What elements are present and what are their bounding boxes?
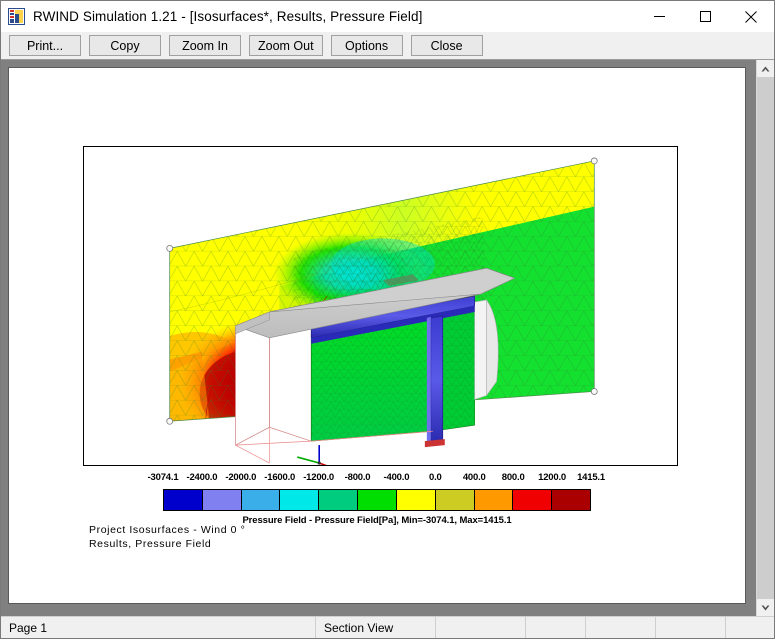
legend-swatch xyxy=(513,489,553,511)
legend-tick-labels: -3074.1 -2400.0 -2000.0 -1600.0 -1200.0 … xyxy=(148,472,606,486)
legend-swatch xyxy=(163,489,203,511)
legend-swatch xyxy=(358,489,397,511)
minimize-icon[interactable] xyxy=(636,1,682,32)
toolbar: Print... Copy Zoom In Zoom Out Options C… xyxy=(1,32,774,59)
print-preview-pane: -3074.1 -2400.0 -2000.0 -1600.0 -1200.0 … xyxy=(1,60,756,616)
legend-tick: -3074.1 xyxy=(147,472,179,483)
legend-tick: -800.0 xyxy=(344,472,371,483)
status-page: Page 1 xyxy=(1,617,316,638)
legend-tick: -1200.0 xyxy=(303,472,335,483)
legend-tick: 400.0 xyxy=(462,472,486,483)
legend-tick: -400.0 xyxy=(383,472,410,483)
legend-swatch xyxy=(474,489,514,511)
rwind-app-icon xyxy=(8,8,25,25)
status-empty-2 xyxy=(526,617,586,638)
scrollbar-track[interactable] xyxy=(757,77,774,599)
status-empty-4 xyxy=(656,617,726,638)
pressure-field-isosurface xyxy=(166,157,598,465)
print-button[interactable]: Print... xyxy=(9,35,81,56)
preview-page: -3074.1 -2400.0 -2000.0 -1600.0 -1200.0 … xyxy=(8,67,746,604)
scrollbar-thumb[interactable] xyxy=(757,77,774,599)
legend-tick: 1200.0 xyxy=(538,472,566,483)
legend-swatch xyxy=(435,489,475,511)
legend-swatch xyxy=(280,489,320,511)
scroll-up-icon[interactable] xyxy=(757,60,774,77)
window-title: RWIND Simulation 1.21 - [Isosurfaces*, R… xyxy=(33,9,423,24)
project-caption: Project Isosurfaces - Wind 0 ° Results, … xyxy=(89,523,245,551)
scroll-down-icon[interactable] xyxy=(757,599,774,616)
status-section-view[interactable]: Section View xyxy=(316,617,436,638)
status-bar: Page 1 Section View xyxy=(1,616,774,638)
legend-swatch xyxy=(241,489,281,511)
render-viewport[interactable] xyxy=(83,146,678,466)
legend-tick: 0.0 xyxy=(429,472,442,483)
close-button[interactable]: Close xyxy=(410,35,483,56)
zoom-out-button[interactable]: Zoom Out xyxy=(249,35,323,56)
legend-tick: 800.0 xyxy=(501,472,525,483)
legend-swatch xyxy=(319,489,359,511)
legend-tick: -2400.0 xyxy=(186,472,218,483)
status-empty-1 xyxy=(436,617,526,638)
vertical-scrollbar[interactable] xyxy=(756,60,774,616)
application-window: RWIND Simulation 1.21 - [Isosurfaces*, R… xyxy=(0,0,775,639)
pressure-legend: -3074.1 -2400.0 -2000.0 -1600.0 -1200.0 … xyxy=(9,472,745,526)
axis-triad xyxy=(297,445,327,465)
project-caption-line1: Project Isosurfaces - Wind 0 ° xyxy=(89,524,246,536)
legend-tick: -2000.0 xyxy=(225,472,257,483)
legend-swatch xyxy=(552,489,591,511)
close-icon[interactable] xyxy=(728,1,774,32)
legend-tick: -1600.0 xyxy=(264,472,296,483)
legend-tick: 1415.1 xyxy=(577,472,605,483)
copy-button[interactable]: Copy xyxy=(89,35,161,56)
title-bar: RWIND Simulation 1.21 - [Isosurfaces*, R… xyxy=(1,1,774,32)
options-button[interactable]: Options xyxy=(330,35,403,56)
zoom-in-button[interactable]: Zoom In xyxy=(169,35,241,56)
status-empty-5 xyxy=(726,617,774,638)
window-controls xyxy=(636,1,774,32)
status-empty-3 xyxy=(586,617,656,638)
maximize-icon[interactable] xyxy=(682,1,728,32)
project-caption-line2: Results, Pressure Field xyxy=(89,538,212,550)
legend-swatch xyxy=(202,489,242,511)
legend-color-bar xyxy=(163,489,591,511)
client-area: -3074.1 -2400.0 -2000.0 -1600.0 -1200.0 … xyxy=(1,59,774,616)
legend-swatch xyxy=(396,489,436,511)
